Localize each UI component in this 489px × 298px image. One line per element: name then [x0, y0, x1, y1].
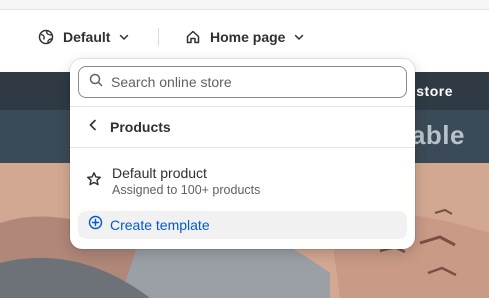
announcement-text: store: [416, 83, 453, 99]
create-template-button[interactable]: Create template: [78, 211, 407, 239]
plus-circle-icon: [88, 215, 103, 235]
theme-selector-label: Default: [63, 29, 111, 45]
chevron-left-icon: [86, 118, 100, 137]
toolbar-divider: [158, 28, 159, 46]
create-template-label: Create template: [110, 217, 210, 233]
template-item-default-product[interactable]: Default product Assigned to 100+ product…: [78, 158, 407, 204]
search-icon: [89, 73, 103, 92]
home-icon: [184, 28, 202, 46]
chevron-down-icon: [293, 30, 307, 44]
template-item-subtitle: Assigned to 100+ products: [112, 183, 261, 197]
page-selector-button[interactable]: Home page: [184, 24, 307, 50]
search-field[interactable]: [78, 66, 407, 98]
theme-globe-icon: [37, 28, 55, 46]
divider: [70, 147, 415, 148]
template-item-title: Default product: [112, 165, 207, 181]
back-to-products-button[interactable]: Products: [78, 109, 407, 145]
template-item-text: Default product Assigned to 100+ product…: [112, 165, 260, 197]
editor-toolbar: Default Home page: [0, 10, 489, 64]
chevron-down-icon: [118, 30, 132, 44]
section-title: Products: [110, 119, 171, 135]
divider: [70, 106, 415, 107]
template-picker-popover: Products Default product Assigned to 100…: [70, 59, 415, 249]
search-input[interactable]: [111, 74, 391, 90]
page-selector-label: Home page: [210, 29, 286, 45]
hero-heading-text: able: [410, 120, 465, 150]
star-icon: [86, 171, 102, 192]
theme-selector-button[interactable]: Default: [37, 24, 132, 50]
theme-editor: Default Home page store able Search onli…: [0, 0, 489, 298]
top-strip: [0, 0, 489, 10]
